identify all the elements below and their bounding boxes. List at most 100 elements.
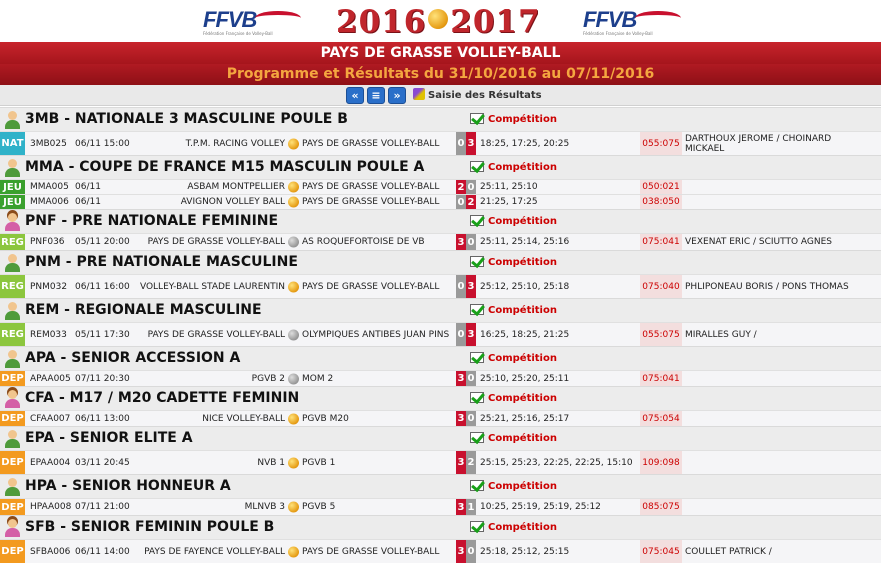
level-badge: REG xyxy=(0,323,25,346)
section-title: APA - SENIOR ACCESSION A xyxy=(25,350,241,366)
match-date: 07/11 20:30 xyxy=(75,373,130,384)
home-sets-won: 3 xyxy=(456,371,466,386)
competition-link[interactable]: Compétition xyxy=(470,480,557,492)
male-icon xyxy=(4,111,20,129)
away-team[interactable]: PGVB 5 xyxy=(302,502,452,512)
ffvb-logo-left: FFVB Fédération Française de Volley-Ball xyxy=(203,9,303,37)
referees: COULLET PATRICK / xyxy=(685,546,772,557)
home-team[interactable]: MLNVB 3 xyxy=(135,502,285,512)
club-title: PAYS DE GRASSE VOLLEY-BALL xyxy=(0,42,881,64)
away-team[interactable]: OLYMPIQUES ANTIBES JUAN PINS xyxy=(302,330,452,340)
referees: DARTHOUX JEROME / CHOINARD MICKAEL xyxy=(685,133,832,154)
club-logo-icon xyxy=(288,236,299,248)
checkbox-icon xyxy=(470,161,484,172)
male-icon xyxy=(4,430,20,448)
nav-toolbar: « ≡ » Saisie des Résultats xyxy=(0,85,881,106)
competition-link[interactable]: Compétition xyxy=(470,215,557,227)
away-team[interactable]: AS ROQUEFORTOISE DE VB xyxy=(302,237,452,247)
match-code: SFBA006 xyxy=(30,546,71,557)
icon-head xyxy=(8,159,17,168)
match-date: 06/11 xyxy=(75,197,101,207)
points-total: 109:098 xyxy=(640,451,682,474)
home-team[interactable]: T.P.M. RACING VOLLEY xyxy=(135,139,285,149)
section-title: REM - REGIONALE MASCULINE xyxy=(25,302,262,318)
competition-label: Compétition xyxy=(488,162,557,173)
away-team[interactable]: MOM 2 xyxy=(302,374,452,384)
programme-title: Programme et Résultats du 31/10/2016 au … xyxy=(0,64,881,85)
male-icon xyxy=(4,350,20,368)
icon-body xyxy=(5,263,20,272)
match-date: 06/11 15:00 xyxy=(75,138,130,149)
female-icon xyxy=(4,390,20,408)
competition-label: Compétition xyxy=(488,522,557,533)
home-sets-won: 3 xyxy=(456,451,466,474)
set-scores: 25:10, 25:20, 25:11 xyxy=(480,373,570,384)
level-badge: JEU xyxy=(0,180,25,194)
set-scores: 25:21, 25:16, 25:17 xyxy=(480,413,570,424)
competition-link[interactable]: Compétition xyxy=(470,392,557,404)
competition-link[interactable]: Compétition xyxy=(470,161,557,173)
competition-link[interactable]: Compétition xyxy=(470,113,557,125)
away-team[interactable]: PAYS DE GRASSE VOLLEY-BALL xyxy=(302,197,452,207)
home-team[interactable]: ASBAM MONTPELLIER xyxy=(135,182,285,192)
female-icon xyxy=(4,213,20,231)
checkbox-icon xyxy=(470,521,484,532)
home-team[interactable]: PAYS DE GRASSE VOLLEY-BALL xyxy=(135,237,285,247)
page: { "header": { "logo_left": "FFVB", "logo… xyxy=(0,0,881,575)
away-team[interactable]: PAYS DE GRASSE VOLLEY-BALL xyxy=(302,182,452,192)
level-badge: DEP xyxy=(0,371,25,386)
section-title: HPA - SENIOR HONNEUR A xyxy=(25,478,231,494)
away-sets-won: 0 xyxy=(466,411,476,426)
home-team[interactable]: NVB 1 xyxy=(135,458,285,468)
competition-link[interactable]: Compétition xyxy=(470,352,557,364)
checkbox-icon xyxy=(470,480,484,491)
female-icon xyxy=(4,519,20,537)
competition-label: Compétition xyxy=(488,257,557,268)
level-badge: REG xyxy=(0,275,25,298)
next-week-button[interactable]: » xyxy=(388,87,406,104)
season-title: 2016 2017 xyxy=(336,4,541,40)
competition-link[interactable]: Compétition xyxy=(470,304,557,316)
home-team[interactable]: PGVB 2 xyxy=(135,374,285,384)
match-date: 07/11 21:00 xyxy=(75,502,130,512)
club-logo-icon xyxy=(288,196,299,208)
away-team[interactable]: PAYS DE GRASSE VOLLEY-BALL xyxy=(302,282,452,292)
home-team[interactable]: AVIGNON VOLLEY BALL xyxy=(135,197,285,207)
home-team[interactable]: NICE VOLLEY-BALL xyxy=(135,414,285,424)
away-team[interactable]: PGVB M20 xyxy=(302,414,452,424)
home-team[interactable]: PAYS DE GRASSE VOLLEY-BALL xyxy=(135,330,285,340)
away-sets-won: 1 xyxy=(466,499,476,515)
home-sets-won: 2 xyxy=(456,180,466,194)
male-icon xyxy=(4,302,20,320)
club-logo-icon xyxy=(288,546,299,557)
home-sets-won: 3 xyxy=(456,540,466,563)
match-date: 03/11 20:45 xyxy=(75,457,130,468)
away-sets-won: 0 xyxy=(466,180,476,194)
away-team[interactable]: PAYS DE GRASSE VOLLEY-BALL xyxy=(302,139,452,149)
icon-head xyxy=(8,254,17,263)
away-sets-won: 0 xyxy=(466,540,476,563)
referees: PHLIPONEAU BORIS / PONS THOMAS xyxy=(685,281,849,292)
list-button[interactable]: ≡ xyxy=(367,87,385,104)
prev-week-button[interactable]: « xyxy=(346,87,364,104)
section-header: CFA - M17 / M20 CADETTE FEMININ Compétiti… xyxy=(0,386,881,410)
competition-link[interactable]: Compétition xyxy=(470,521,557,533)
points-total: 075:040 xyxy=(640,275,682,298)
saisie-resultats-link[interactable]: Saisie des Résultats xyxy=(413,87,542,104)
icon-head xyxy=(8,430,17,439)
home-team[interactable]: PAYS DE FAYENCE VOLLEY-BALL xyxy=(135,547,285,557)
away-team[interactable]: PAYS DE GRASSE VOLLEY-BALL xyxy=(302,547,452,557)
away-team[interactable]: PGVB 1 xyxy=(302,458,452,468)
section-header: HPA - SENIOR HONNEUR A Compétition xyxy=(0,474,881,498)
male-icon xyxy=(4,254,20,272)
home-team[interactable]: VOLLEY-BALL STADE LAURENTIN xyxy=(135,282,285,292)
icon-head xyxy=(8,390,17,399)
match-row: DEP HPAA008 07/11 21:00 MLNVB 3 PGVB 5 10:25,… xyxy=(0,498,881,515)
level-badge: DEP xyxy=(0,499,25,515)
competition-link[interactable]: Compétition xyxy=(470,432,557,444)
section-header: PNF - PRE NATIONALE FEMININE Compétition xyxy=(0,209,881,233)
competition-link[interactable]: Compétition xyxy=(470,256,557,268)
set-scores: 10:25, 25:19, 25:19, 25:12 xyxy=(480,502,601,512)
points-total: 055:075 xyxy=(640,323,682,346)
set-scores: 21:25, 17:25 xyxy=(480,197,538,207)
